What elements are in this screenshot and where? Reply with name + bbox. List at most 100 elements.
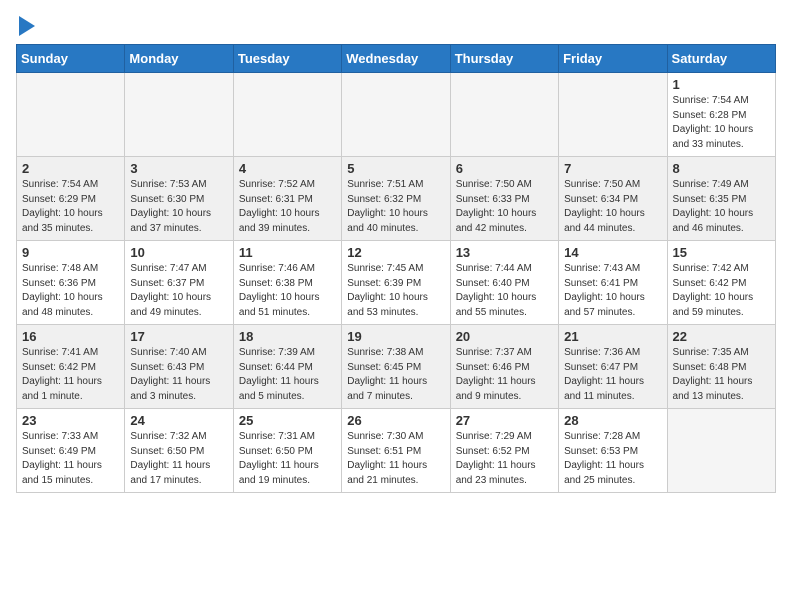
day-number: 13 <box>456 245 553 260</box>
calendar-cell: 26 Sunrise: 7:30 AM Sunset: 6:51 PM Dayli… <box>342 409 450 493</box>
day-number: 26 <box>347 413 444 428</box>
calendar-cell: 10 Sunrise: 7:47 AM Sunset: 6:37 PM Dayli… <box>125 241 233 325</box>
logo-icon <box>17 16 35 38</box>
day-number: 19 <box>347 329 444 344</box>
day-info: Sunrise: 7:32 AM Sunset: 6:50 PM Dayligh… <box>130 430 227 488</box>
weekday-header-wednesday: Wednesday <box>342 45 450 73</box>
weekday-header-friday: Friday <box>559 45 667 73</box>
calendar-cell: 4 Sunrise: 7:52 AM Sunset: 6:31 PM Daylig… <box>233 157 341 241</box>
day-info: Sunrise: 7:38 AM Sunset: 6:45 PM Dayligh… <box>347 346 444 404</box>
day-number: 12 <box>347 245 444 260</box>
day-info: Sunrise: 7:36 AM Sunset: 6:47 PM Dayligh… <box>564 346 661 404</box>
calendar-week-5: 23 Sunrise: 7:33 AM Sunset: 6:49 PM Dayli… <box>17 409 776 493</box>
day-info: Sunrise: 7:33 AM Sunset: 6:49 PM Dayligh… <box>22 430 119 488</box>
calendar-cell <box>233 73 341 157</box>
day-info: Sunrise: 7:29 AM Sunset: 6:52 PM Dayligh… <box>456 430 553 488</box>
day-info: Sunrise: 7:53 AM Sunset: 6:30 PM Dayligh… <box>130 178 227 236</box>
day-info: Sunrise: 7:49 AM Sunset: 6:35 PM Dayligh… <box>673 178 770 236</box>
day-number: 10 <box>130 245 227 260</box>
calendar-cell: 25 Sunrise: 7:31 AM Sunset: 6:50 PM Dayli… <box>233 409 341 493</box>
day-number: 1 <box>673 77 770 92</box>
day-info: Sunrise: 7:30 AM Sunset: 6:51 PM Dayligh… <box>347 430 444 488</box>
day-number: 28 <box>564 413 661 428</box>
weekday-header-row: SundayMondayTuesdayWednesdayThursdayFrid… <box>17 45 776 73</box>
calendar-cell: 24 Sunrise: 7:32 AM Sunset: 6:50 PM Dayli… <box>125 409 233 493</box>
weekday-header-thursday: Thursday <box>450 45 558 73</box>
day-info: Sunrise: 7:50 AM Sunset: 6:34 PM Dayligh… <box>564 178 661 236</box>
day-number: 25 <box>239 413 336 428</box>
calendar-cell: 3 Sunrise: 7:53 AM Sunset: 6:30 PM Daylig… <box>125 157 233 241</box>
day-info: Sunrise: 7:31 AM Sunset: 6:50 PM Dayligh… <box>239 430 336 488</box>
day-info: Sunrise: 7:54 AM Sunset: 6:28 PM Dayligh… <box>673 94 770 152</box>
day-number: 17 <box>130 329 227 344</box>
day-info: Sunrise: 7:42 AM Sunset: 6:42 PM Dayligh… <box>673 262 770 320</box>
day-number: 24 <box>130 413 227 428</box>
day-number: 11 <box>239 245 336 260</box>
calendar-cell: 28 Sunrise: 7:28 AM Sunset: 6:53 PM Dayli… <box>559 409 667 493</box>
day-number: 27 <box>456 413 553 428</box>
day-number: 23 <box>22 413 119 428</box>
weekday-header-sunday: Sunday <box>17 45 125 73</box>
calendar-week-2: 2Sunrise: 7:54 AM Sunset: 6:29 PM Daylig… <box>17 157 776 241</box>
calendar-week-3: 9 Sunrise: 7:48 AM Sunset: 6:36 PM Daylig… <box>17 241 776 325</box>
day-info: Sunrise: 7:37 AM Sunset: 6:46 PM Dayligh… <box>456 346 553 404</box>
page-header <box>16 16 776 34</box>
calendar-cell: 13 Sunrise: 7:44 AM Sunset: 6:40 PM Dayli… <box>450 241 558 325</box>
day-number: 7 <box>564 161 661 176</box>
day-number: 3 <box>130 161 227 176</box>
calendar-cell: 15 Sunrise: 7:42 AM Sunset: 6:42 PM Dayli… <box>667 241 775 325</box>
calendar-cell <box>17 73 125 157</box>
day-info: Sunrise: 7:46 AM Sunset: 6:38 PM Dayligh… <box>239 262 336 320</box>
weekday-header-saturday: Saturday <box>667 45 775 73</box>
calendar-cell: 6Sunrise: 7:50 AM Sunset: 6:33 PM Daylig… <box>450 157 558 241</box>
day-number: 9 <box>22 245 119 260</box>
day-number: 15 <box>673 245 770 260</box>
calendar-cell: 5Sunrise: 7:51 AM Sunset: 6:32 PM Daylig… <box>342 157 450 241</box>
day-number: 14 <box>564 245 661 260</box>
calendar-cell <box>559 73 667 157</box>
calendar-cell: 11 Sunrise: 7:46 AM Sunset: 6:38 PM Dayli… <box>233 241 341 325</box>
logo <box>16 16 35 34</box>
calendar-cell <box>667 409 775 493</box>
day-number: 22 <box>673 329 770 344</box>
day-info: Sunrise: 7:43 AM Sunset: 6:41 PM Dayligh… <box>564 262 661 320</box>
day-info: Sunrise: 7:47 AM Sunset: 6:37 PM Dayligh… <box>130 262 227 320</box>
calendar-cell: 18 Sunrise: 7:39 AM Sunset: 6:44 PM Dayli… <box>233 325 341 409</box>
calendar-cell: 8 Sunrise: 7:49 AM Sunset: 6:35 PM Daylig… <box>667 157 775 241</box>
day-info: Sunrise: 7:52 AM Sunset: 6:31 PM Dayligh… <box>239 178 336 236</box>
day-info: Sunrise: 7:28 AM Sunset: 6:53 PM Dayligh… <box>564 430 661 488</box>
calendar-week-4: 16 Sunrise: 7:41 AM Sunset: 6:42 PM Dayli… <box>17 325 776 409</box>
calendar-cell <box>342 73 450 157</box>
calendar-cell: 27 Sunrise: 7:29 AM Sunset: 6:52 PM Dayli… <box>450 409 558 493</box>
calendar-cell: 23 Sunrise: 7:33 AM Sunset: 6:49 PM Dayli… <box>17 409 125 493</box>
calendar-cell: 22 Sunrise: 7:35 AM Sunset: 6:48 PM Dayli… <box>667 325 775 409</box>
calendar-cell: 19 Sunrise: 7:38 AM Sunset: 6:45 PM Dayli… <box>342 325 450 409</box>
day-info: Sunrise: 7:44 AM Sunset: 6:40 PM Dayligh… <box>456 262 553 320</box>
day-number: 8 <box>673 161 770 176</box>
day-info: Sunrise: 7:54 AM Sunset: 6:29 PM Dayligh… <box>22 178 119 236</box>
calendar-table: SundayMondayTuesdayWednesdayThursdayFrid… <box>16 44 776 493</box>
calendar-cell: 20 Sunrise: 7:37 AM Sunset: 6:46 PM Dayli… <box>450 325 558 409</box>
day-number: 18 <box>239 329 336 344</box>
day-info: Sunrise: 7:40 AM Sunset: 6:43 PM Dayligh… <box>130 346 227 404</box>
calendar-week-1: 1 Sunrise: 7:54 AM Sunset: 6:28 PM Daylig… <box>17 73 776 157</box>
calendar-cell <box>450 73 558 157</box>
day-number: 21 <box>564 329 661 344</box>
weekday-header-monday: Monday <box>125 45 233 73</box>
calendar-cell: 17 Sunrise: 7:40 AM Sunset: 6:43 PM Dayli… <box>125 325 233 409</box>
day-number: 4 <box>239 161 336 176</box>
day-info: Sunrise: 7:35 AM Sunset: 6:48 PM Dayligh… <box>673 346 770 404</box>
day-info: Sunrise: 7:41 AM Sunset: 6:42 PM Dayligh… <box>22 346 119 404</box>
calendar-cell: 12 Sunrise: 7:45 AM Sunset: 6:39 PM Dayli… <box>342 241 450 325</box>
calendar-cell: 9 Sunrise: 7:48 AM Sunset: 6:36 PM Daylig… <box>17 241 125 325</box>
calendar-cell: 21 Sunrise: 7:36 AM Sunset: 6:47 PM Dayli… <box>559 325 667 409</box>
day-number: 6 <box>456 161 553 176</box>
day-number: 20 <box>456 329 553 344</box>
day-info: Sunrise: 7:48 AM Sunset: 6:36 PM Dayligh… <box>22 262 119 320</box>
calendar-cell: 7 Sunrise: 7:50 AM Sunset: 6:34 PM Daylig… <box>559 157 667 241</box>
day-info: Sunrise: 7:45 AM Sunset: 6:39 PM Dayligh… <box>347 262 444 320</box>
day-info: Sunrise: 7:39 AM Sunset: 6:44 PM Dayligh… <box>239 346 336 404</box>
day-number: 16 <box>22 329 119 344</box>
weekday-header-tuesday: Tuesday <box>233 45 341 73</box>
calendar-cell: 14 Sunrise: 7:43 AM Sunset: 6:41 PM Dayli… <box>559 241 667 325</box>
